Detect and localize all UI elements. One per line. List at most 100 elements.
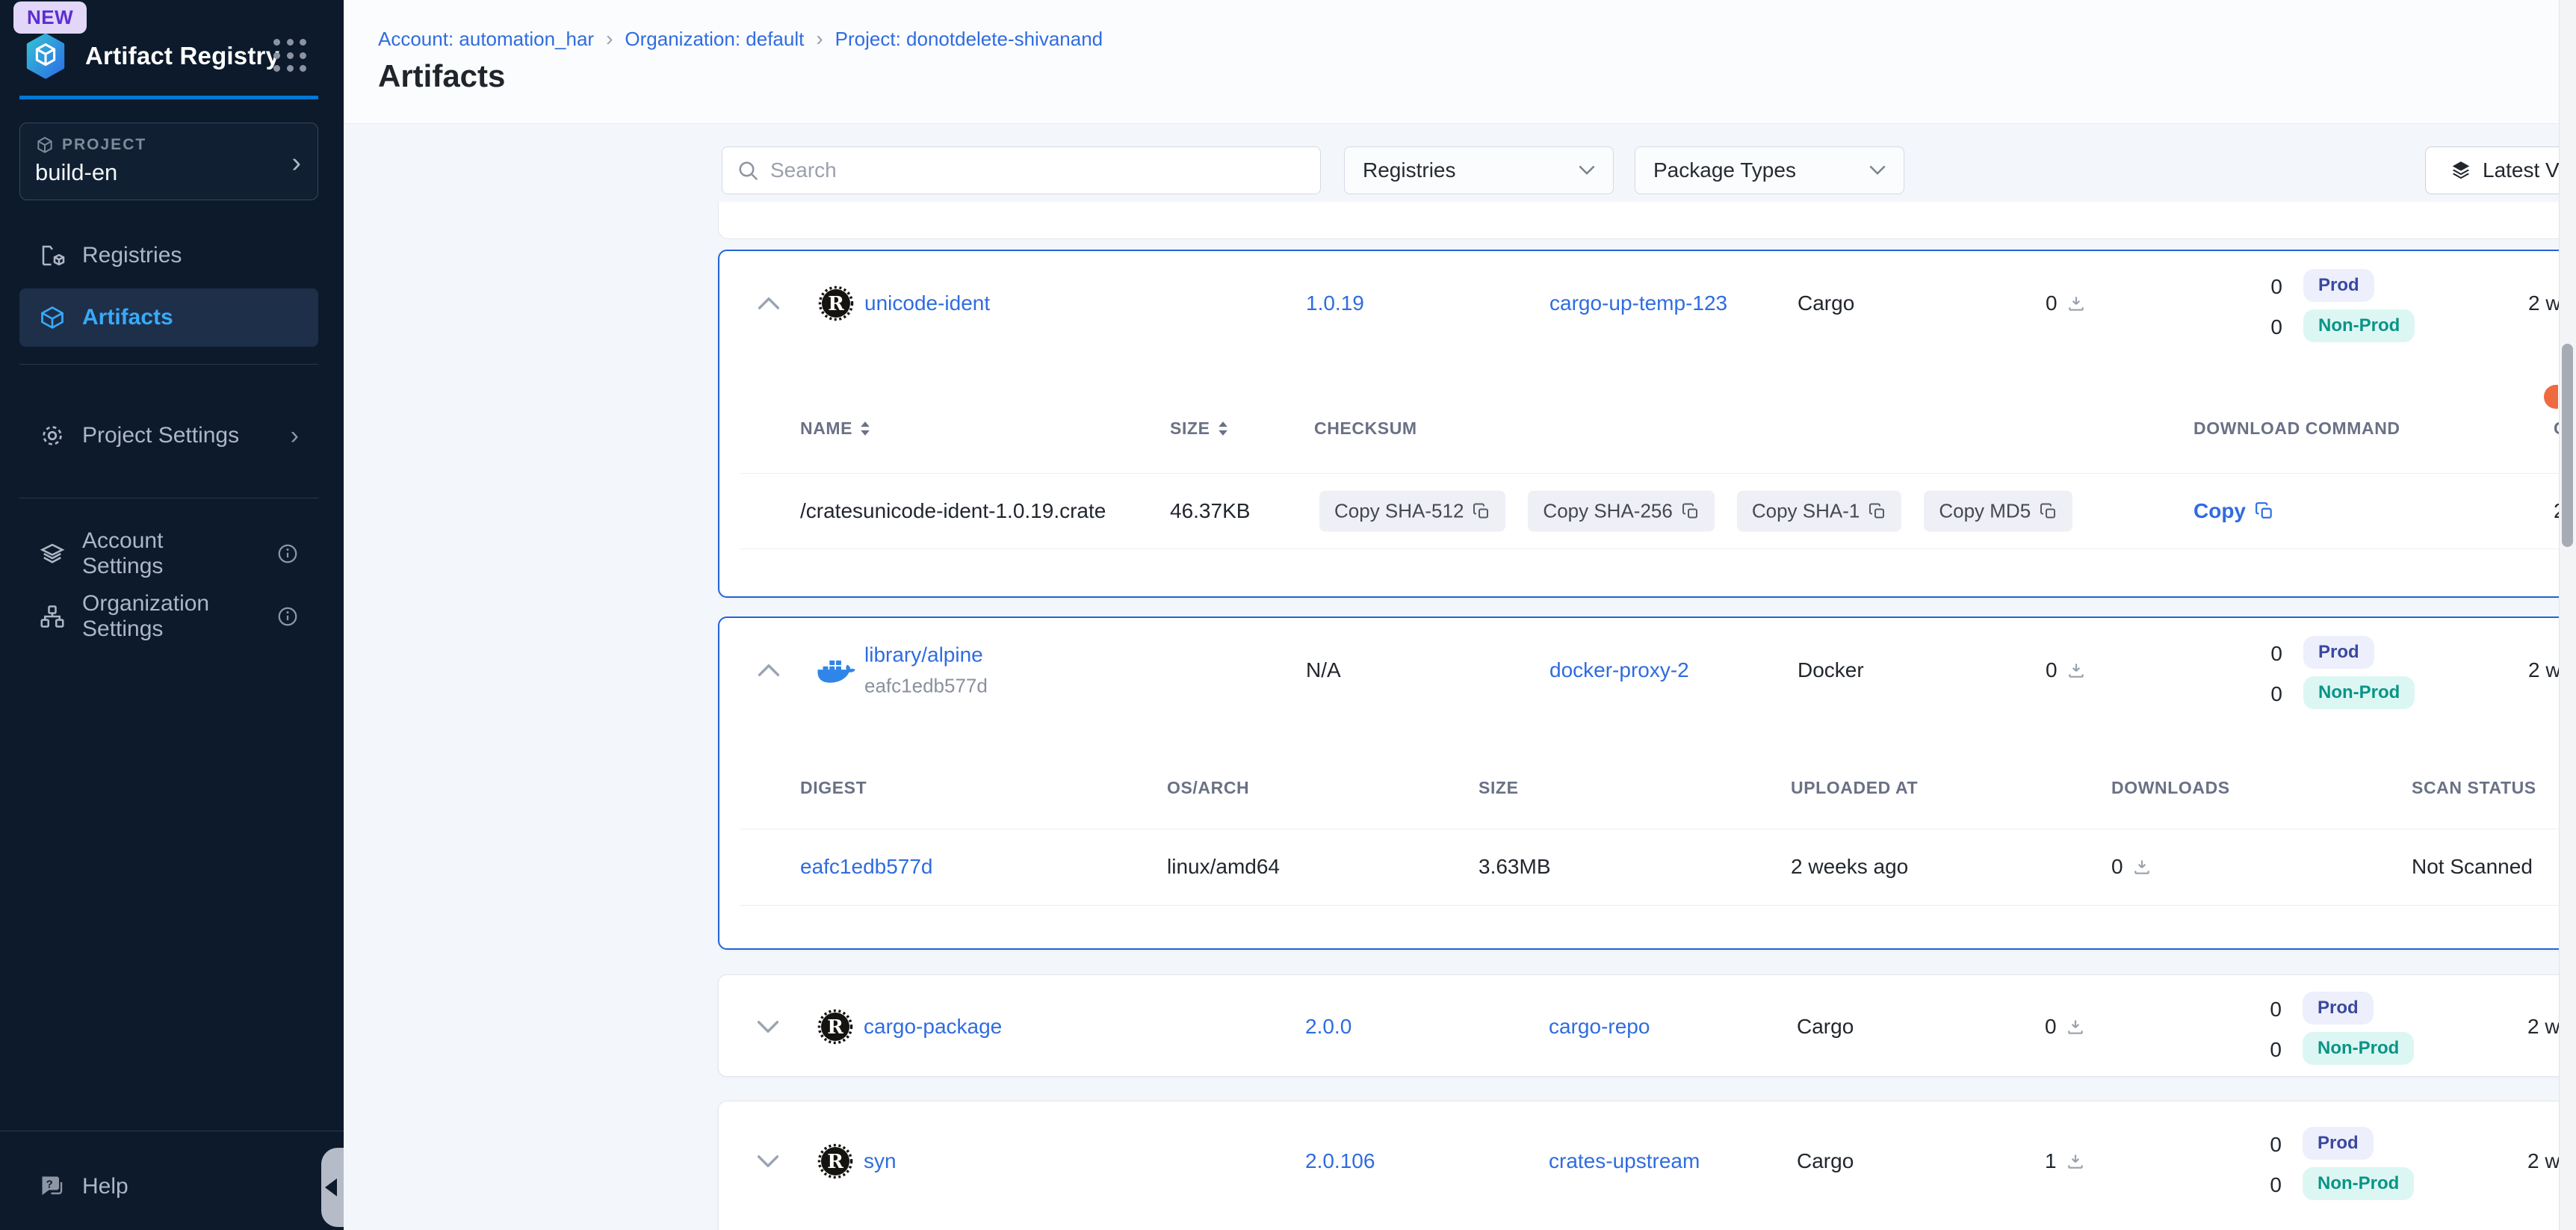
sidebar-item-project-settings[interactable]: Project Settings › xyxy=(19,407,318,465)
info-icon[interactable] xyxy=(276,605,299,628)
cargo-package-icon: R xyxy=(817,1009,853,1045)
scan-status: Not Scanned xyxy=(2412,855,2533,879)
collapse-chevron-up-icon[interactable] xyxy=(758,664,779,676)
sidebar-item-account-settings[interactable]: Account Settings xyxy=(19,525,318,583)
breadcrumb-organization-link[interactable]: Organization: default xyxy=(625,28,804,51)
copy-md5-button[interactable]: Copy MD5 xyxy=(1924,491,2072,532)
column-header-size[interactable]: SIZE xyxy=(1170,418,1228,439)
svg-text:R: R xyxy=(828,293,844,315)
cargo-package-icon: R xyxy=(817,1143,853,1179)
search-input[interactable] xyxy=(770,147,1308,194)
copy-icon xyxy=(1682,502,1700,520)
column-header-download-command: DOWNLOAD COMMAND xyxy=(2193,418,2400,439)
non-prod-badge: Non-Prod xyxy=(2303,676,2415,709)
sidebar-item-organization-settings[interactable]: Organization Settings xyxy=(19,587,318,646)
column-header-checksum: CHECKSUM xyxy=(1314,418,1417,439)
registries-filter-dropdown[interactable]: Registries xyxy=(1344,146,1614,194)
package-types-filter-label: Package Types xyxy=(1653,158,1796,182)
column-header-downloads: DOWNLOADS xyxy=(2111,778,2230,798)
artifact-card-syn: R syn 2.0.106 crates-upstream Cargo 1 0 … xyxy=(718,1101,2576,1230)
copy-download-command-button[interactable]: Copy xyxy=(2193,499,2274,523)
prod-badge: Prod xyxy=(2303,636,2374,669)
package-type: Cargo xyxy=(1797,1015,1854,1039)
copy-sha256-button[interactable]: Copy SHA-256 xyxy=(1528,491,1714,532)
project-name: build-en xyxy=(35,159,303,186)
svg-text:R: R xyxy=(827,1151,843,1173)
column-header-digest: DIGEST xyxy=(800,778,867,798)
downloads-count: 0 xyxy=(2046,658,2058,682)
artifact-header-row: R unicode-ident 1.0.19 cargo-up-temp-123… xyxy=(719,251,2576,356)
artifact-name-link[interactable]: library/alpine xyxy=(864,643,988,667)
non-prod-count: 0 xyxy=(2253,315,2282,339)
app-title: Artifact Registry xyxy=(85,42,279,70)
non-prod-badge: Non-Prod xyxy=(2303,1032,2414,1065)
breadcrumb-project-link[interactable]: Project: donotdelete-shivanand xyxy=(835,28,1103,51)
breadcrumb: Account: automation_har › Organization: … xyxy=(378,27,1103,51)
artifact-registry-link[interactable]: crates-upstream xyxy=(1549,1149,1700,1173)
downloads-cell: 0 xyxy=(2046,658,2086,682)
artifact-digest-subtitle: eafc1edb577d xyxy=(864,675,988,698)
scrollbar-thumb[interactable] xyxy=(2562,344,2573,547)
artifact-header-row: R cargo-package 2.0.0 cargo-repo Cargo 0… xyxy=(719,975,2576,1078)
copy-icon xyxy=(1473,502,1490,520)
app-switcher-icon[interactable] xyxy=(273,39,308,73)
artifact-version-link[interactable]: 1.0.19 xyxy=(1306,291,1364,315)
download-icon xyxy=(2066,1017,2085,1036)
files-table-header-row: NAME SIZE CHECKSUM DOWNLOAD COMMAND CREA… xyxy=(719,418,2576,453)
digest-link[interactable]: eafc1edb577d xyxy=(800,855,933,879)
non-prod-count: 0 xyxy=(2252,1173,2282,1197)
package-types-filter-dropdown[interactable]: Package Types xyxy=(1635,146,1904,194)
downloads-cell: 0 xyxy=(2046,291,2086,315)
copy-sha512-button[interactable]: Copy SHA-512 xyxy=(1319,491,1505,532)
non-prod-count: 0 xyxy=(2253,682,2282,706)
project-selector[interactable]: PROJECT build-en › xyxy=(19,123,318,200)
sidebar-item-registries[interactable]: Registries xyxy=(19,226,318,285)
sidebar-item-label: Account Settings xyxy=(82,528,244,579)
layers-icon xyxy=(39,540,66,567)
prod-count: 0 xyxy=(2252,998,2282,1022)
artifact-name-link[interactable]: cargo-package xyxy=(864,1015,1002,1039)
download-icon xyxy=(2132,857,2152,877)
help-label: Help xyxy=(82,1174,129,1199)
sidebar-divider xyxy=(19,364,318,365)
package-type: Docker xyxy=(1798,658,1864,682)
prod-badge: Prod xyxy=(2303,269,2374,302)
info-icon[interactable] xyxy=(276,543,299,565)
expand-chevron-down-icon[interactable] xyxy=(758,1155,778,1167)
non-prod-badge: Non-Prod xyxy=(2303,1167,2414,1200)
prod-badge: Prod xyxy=(2303,1127,2374,1160)
registries-icon xyxy=(39,242,66,269)
expand-chevron-down-icon[interactable] xyxy=(758,1021,778,1033)
project-label: PROJECT xyxy=(62,136,146,154)
collapse-chevron-up-icon[interactable] xyxy=(758,297,779,309)
sidebar-item-help[interactable]: ? Help xyxy=(19,1157,318,1217)
artifact-version: N/A xyxy=(1306,658,1341,682)
file-name: /cratesunicode-ident-1.0.19.crate xyxy=(800,499,1106,523)
help-chat-icon: ? xyxy=(39,1173,66,1200)
breadcrumb-account-link[interactable]: Account: automation_har xyxy=(378,28,594,51)
copy-sha1-button[interactable]: Copy SHA-1 xyxy=(1737,491,1902,532)
artifact-registry-link[interactable]: cargo-up-temp-123 xyxy=(1549,291,1727,315)
artifact-version-link[interactable]: 2.0.106 xyxy=(1305,1149,1375,1173)
artifact-registry-link[interactable]: docker-proxy-2 xyxy=(1549,658,1689,682)
column-header-name[interactable]: NAME xyxy=(800,418,870,439)
checksum-chips: Copy SHA-512 Copy SHA-256 Copy SHA-1 Cop… xyxy=(1319,491,2072,532)
page-title: Artifacts xyxy=(378,58,505,94)
latest-versions-button[interactable]: Latest Versions xyxy=(2426,147,2576,194)
svg-text:R: R xyxy=(827,1016,843,1039)
sidebar-item-artifacts[interactable]: Artifacts xyxy=(19,288,318,347)
artifact-registry-link[interactable]: cargo-repo xyxy=(1549,1015,1650,1039)
registries-filter-label: Registries xyxy=(1363,158,1455,182)
sidebar-item-label: Artifacts xyxy=(82,305,173,330)
breadcrumb-separator: › xyxy=(816,27,823,51)
scrollbar-track xyxy=(2559,0,2576,1230)
artifact-name-link[interactable]: unicode-ident xyxy=(864,291,990,315)
prod-count: 0 xyxy=(2253,642,2282,666)
artifact-version-link[interactable]: 2.0.0 xyxy=(1305,1015,1352,1039)
sort-icon xyxy=(1218,421,1228,436)
copy-icon xyxy=(2255,501,2274,521)
artifact-name-link[interactable]: syn xyxy=(864,1149,897,1173)
downloads-count: 0 xyxy=(2111,855,2123,879)
artifact-name-cell: library/alpine eafc1edb577d xyxy=(864,643,988,698)
sidebar-collapse-handle[interactable] xyxy=(321,1148,344,1227)
